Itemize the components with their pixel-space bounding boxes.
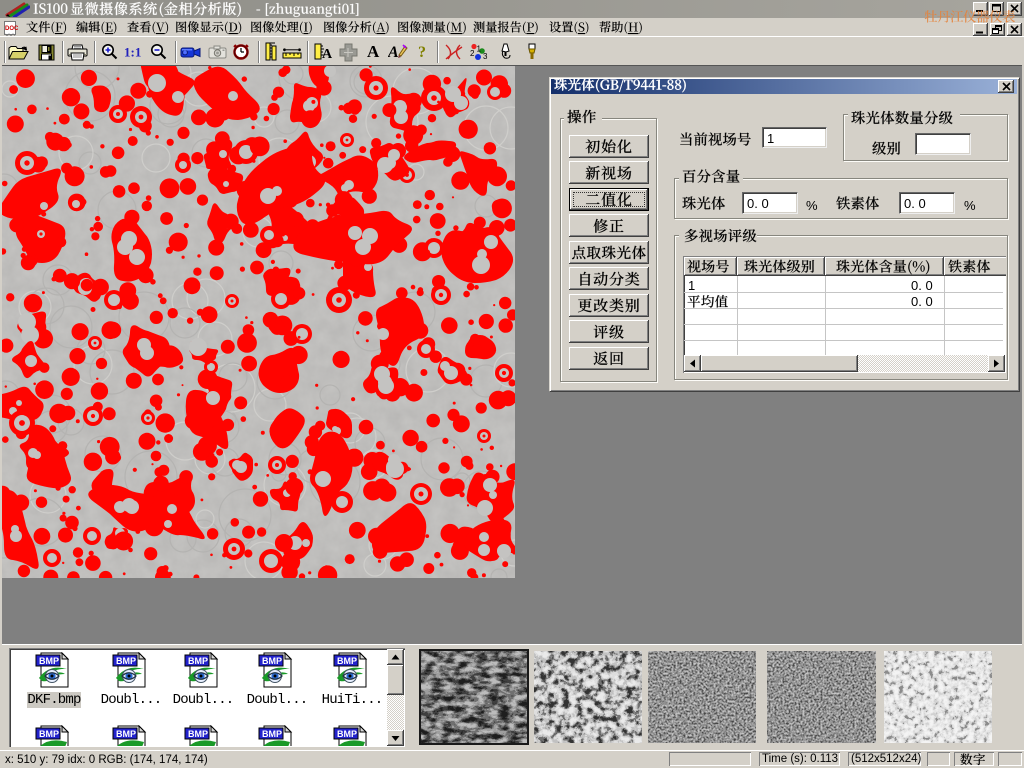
svg-text:BMP: BMP [262, 729, 282, 739]
svg-text:BMP: BMP [337, 729, 357, 739]
svg-text:A: A [322, 47, 333, 60]
svg-text:2: 2 [470, 49, 475, 58]
svg-text:BMP: BMP [39, 729, 59, 739]
svg-text:1:1: 1:1 [124, 45, 141, 59]
svg-text:BMP: BMP [188, 729, 208, 739]
svg-text:BMP: BMP [337, 656, 357, 666]
svg-text:BMP: BMP [39, 656, 59, 666]
svg-text:?: ? [418, 44, 426, 60]
svg-text:A: A [367, 43, 380, 59]
svg-text:BMP: BMP [116, 656, 136, 666]
svg-text:BMP: BMP [262, 656, 282, 666]
svg-text:DOC: DOC [5, 26, 18, 32]
svg-text:BMP: BMP [188, 656, 208, 666]
svg-text:1: 1 [477, 45, 482, 54]
svg-text:3: 3 [483, 52, 488, 61]
svg-text:A: A [388, 44, 399, 59]
svg-text:BMP: BMP [116, 729, 136, 739]
